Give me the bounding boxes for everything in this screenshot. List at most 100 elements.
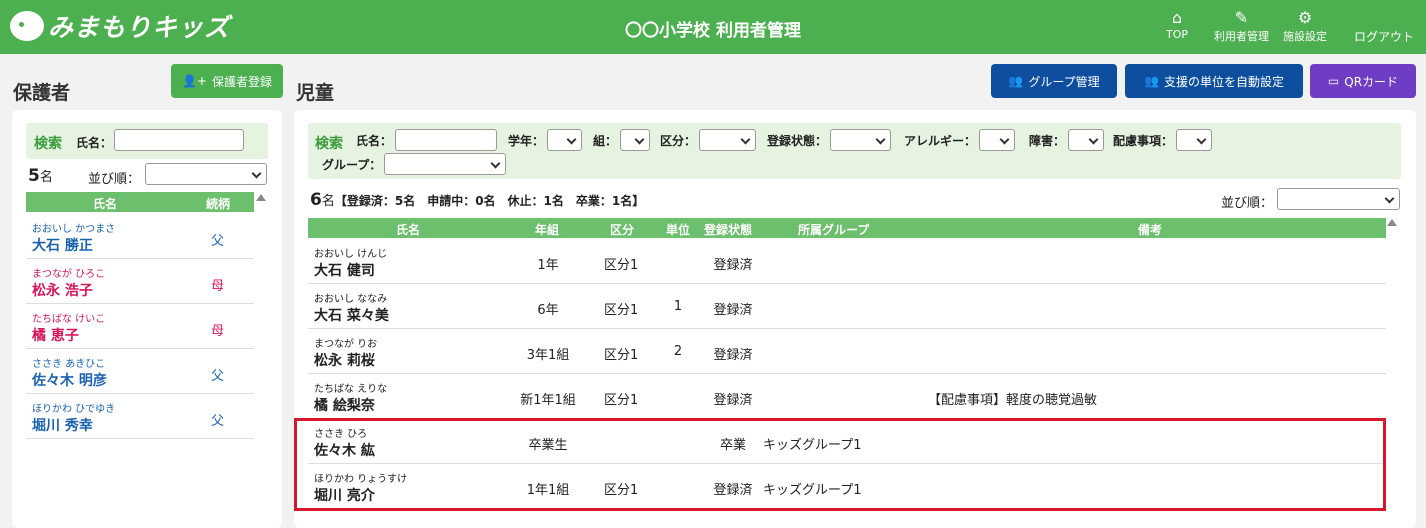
child-search-bar: 検索 氏名： 学年： 組： 区分： 登録状態： アレルギー： 障害： 配慮事項：…	[308, 123, 1401, 179]
register-guardian-label: 保護者登録	[211, 74, 272, 89]
children-sort-select[interactable]	[1277, 188, 1400, 210]
qr-card-button[interactable]: ▭ QRカード	[1310, 64, 1416, 98]
child-name: 大石 菜々美	[314, 308, 389, 324]
child-name-filter-label: 氏名：	[356, 133, 393, 148]
allergy-filter-label: アレルギー：	[904, 133, 977, 148]
group-icon: 👥	[1008, 74, 1024, 88]
status-select[interactable]	[830, 129, 892, 151]
id-card-icon: ▭	[1327, 74, 1340, 88]
nav-facility-settings-label: 施設設定	[1283, 30, 1327, 43]
consideration-filter-label: 配慮事項：	[1113, 133, 1174, 148]
children-status-summary: 【登録済：5名 申請中：0名 休止：1名 卒業：1名】	[334, 194, 645, 208]
child-row[interactable]: たちばな えりな橘 絵梨奈 新1年1組 区分1 登録済 【配慮事項】軽度の聴覚過敏	[308, 374, 1386, 419]
disability-select[interactable]	[1068, 129, 1105, 151]
guardian-row[interactable]: おおいし かつまさ 大石 勝正 父	[26, 214, 254, 259]
add-user-icon: 👤+	[181, 74, 207, 88]
guardian-search-bar: 検索 氏名：	[26, 123, 268, 159]
child-row[interactable]: まつなが りお 松永 莉桜 3年1組 区分1 2 登録済	[308, 329, 1386, 374]
consideration-select[interactable]	[1176, 129, 1213, 151]
allergy-filter: アレルギー：	[904, 129, 1016, 151]
kubun-filter-label: 区分：	[660, 133, 697, 148]
guardian-name-input[interactable]	[114, 129, 244, 151]
kubun-filter: 区分：	[660, 129, 757, 151]
guardian-sort-label: 並び順：	[88, 172, 141, 187]
child-kubun: 区分1	[604, 393, 639, 408]
child-name: 大石 健司	[314, 263, 375, 279]
auto-set-unit-button[interactable]: 👥 支援の単位を自動設定	[1125, 64, 1303, 98]
guardian-count-unit: 名	[39, 170, 53, 185]
guardian-name: 橘 恵子	[32, 328, 79, 344]
col-note: 備考	[1138, 223, 1163, 237]
col-kubun: 区分	[610, 223, 635, 237]
col-name: 氏名	[396, 223, 421, 237]
guardian-row[interactable]: ささき あきひこ佐々木 明彦 父	[26, 349, 254, 394]
guardian-relation: 父	[211, 234, 225, 249]
guardian-name-label: 氏名：	[76, 136, 113, 150]
guardian-sort-select[interactable]	[145, 163, 267, 185]
child-unit: 1	[673, 299, 683, 314]
child-status: 登録済	[713, 303, 753, 318]
group-select[interactable]	[384, 153, 507, 175]
nav-top-label: TOP	[1166, 28, 1189, 41]
children-title: 児童	[296, 82, 335, 104]
guardian-kana: たちばな けいこ	[32, 314, 106, 325]
child-kana: おおいし ななみ	[314, 294, 388, 305]
class-select[interactable]	[620, 129, 651, 151]
guardian-name: 松永 浩子	[32, 283, 93, 299]
nav-user-management[interactable]: ✎ 利用者管理	[1214, 8, 1269, 44]
register-guardian-button[interactable]: 👤+ 保護者登録	[171, 64, 283, 98]
child-row[interactable]: おおいし けんじ 大石 健司 1年 区分1 登録済	[308, 239, 1386, 284]
home-icon: ⌂	[1171, 8, 1183, 27]
guardian-row[interactable]: まつなが ひろこ 松永 浩子 母	[26, 259, 254, 304]
child-grade: 新1年1組	[520, 393, 576, 408]
guardian-scroll-up-arrow[interactable]	[256, 194, 266, 201]
child-search-label: 検索	[315, 136, 343, 152]
guardian-row[interactable]: たちばな けいこ橘 恵子 母	[26, 304, 254, 349]
disability-filter: 障害：	[1029, 129, 1105, 151]
grade-filter: 学年：	[508, 129, 583, 151]
guardian-kana: おおいし かつまさ	[32, 224, 116, 235]
grade-select[interactable]	[547, 129, 583, 151]
status-filter-label: 登録状態：	[767, 133, 828, 148]
child-kana: おおいし けんじ	[314, 249, 388, 260]
guardian-table-header: 氏名 続柄	[26, 192, 254, 212]
child-name-input[interactable]	[395, 129, 498, 151]
child-grade: 3年1組	[526, 348, 570, 363]
nav-top[interactable]: ⌂ TOP	[1166, 8, 1188, 41]
guardian-relation: 母	[211, 279, 225, 294]
guardian-row[interactable]: ほりかわ ひでゆき 堀川 秀幸 父	[26, 394, 254, 439]
child-grade: 1年	[537, 258, 559, 273]
child-name-filter: 氏名：	[356, 129, 498, 151]
col-grade: 年組	[535, 223, 560, 237]
guardian-name: 堀川 秀幸	[32, 418, 93, 434]
child-kana: たちばな えりな	[314, 384, 388, 395]
highlight-box	[294, 418, 1386, 511]
user-edit-icon: ✎	[1234, 8, 1249, 27]
child-status: 登録済	[713, 258, 753, 273]
group-management-button[interactable]: 👥 グループ管理	[991, 64, 1117, 98]
child-status: 登録済	[713, 348, 753, 363]
consideration-filter: 配慮事項：	[1113, 129, 1213, 151]
col-status: 登録状態	[704, 223, 753, 237]
child-note: 【配慮事項】軽度の聴覚過敏	[928, 393, 1098, 408]
children-sort-label: 並び順：	[1221, 196, 1274, 211]
nav-facility-settings[interactable]: ⚙ 施設設定	[1283, 8, 1327, 44]
guardian-col-relation: 続柄	[206, 197, 231, 211]
group-filter-label: グループ：	[322, 157, 382, 172]
auto-set-unit-label: 支援の単位を自動設定	[1163, 74, 1284, 89]
child-grade: 6年	[537, 303, 559, 318]
logout-link[interactable]: ログアウト	[1354, 28, 1414, 45]
guardian-relation: 父	[211, 369, 225, 384]
kubun-select[interactable]	[699, 129, 757, 151]
guardian-name: 佐々木 明彦	[32, 373, 107, 389]
child-row[interactable]: おおいし ななみ 大石 菜々美 6年 区分1 1 登録済	[308, 284, 1386, 329]
allergy-select[interactable]	[979, 129, 1016, 151]
guardian-kana: ささき あきひこ	[32, 359, 106, 370]
child-kubun: 区分1	[604, 348, 639, 363]
children-table-header: 氏名 年組 区分 単位 登録状態 所属グループ 備考	[308, 218, 1386, 238]
child-name: 松永 莉桜	[314, 353, 375, 369]
children-scroll-up-arrow[interactable]	[1387, 219, 1397, 226]
class-filter-label: 組：	[593, 133, 618, 148]
guardian-relation: 母	[211, 324, 225, 339]
group-management-label: グループ管理	[1028, 74, 1100, 89]
